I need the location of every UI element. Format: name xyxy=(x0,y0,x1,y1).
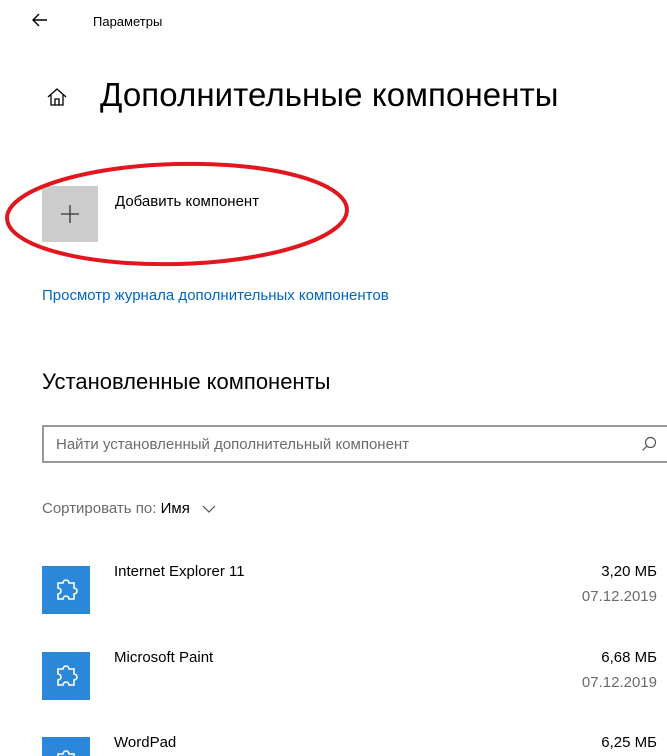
plus-icon xyxy=(61,205,79,223)
puzzle-tile xyxy=(42,652,90,700)
list-item[interactable]: Internet Explorer 11 3,20 МБ 07.12.2019 xyxy=(42,562,667,622)
add-component-button[interactable]: Добавить компонент xyxy=(42,186,302,244)
settings-page: Параметры Дополнительные компоненты Доба… xyxy=(0,0,667,756)
item-date: 07.12.2019 xyxy=(581,674,657,691)
puzzle-icon xyxy=(57,665,78,686)
puzzle-icon xyxy=(57,750,75,756)
history-link[interactable]: Просмотр журнала дополнительных компонен… xyxy=(42,287,389,304)
search-box[interactable] xyxy=(42,425,667,463)
puzzle-tile xyxy=(42,566,90,614)
puzzle-tile xyxy=(42,737,90,756)
back-arrow-icon[interactable] xyxy=(30,10,50,30)
item-name: WordPad xyxy=(114,734,177,751)
page-title: Дополнительные компоненты xyxy=(100,76,559,113)
item-name: Internet Explorer 11 xyxy=(114,563,245,580)
chevron-down-icon xyxy=(202,505,216,513)
list-item[interactable]: Microsoft Paint 6,68 МБ 07.12.2019 xyxy=(42,648,667,708)
item-size: 6,68 МБ xyxy=(601,649,657,666)
add-component-label: Добавить компонент xyxy=(115,193,260,210)
item-size: 3,20 МБ xyxy=(601,563,657,580)
window-title: Параметры xyxy=(93,14,163,29)
item-date: 07.12.2019 xyxy=(581,588,657,605)
sort-label: Сортировать по: xyxy=(42,500,161,517)
search-input[interactable] xyxy=(56,427,616,461)
sort-dropdown[interactable]: Сортировать по: Имя xyxy=(42,500,216,517)
add-component-tile xyxy=(42,186,98,242)
installed-components-heading: Установленные компоненты xyxy=(42,369,331,394)
home-icon xyxy=(47,88,67,106)
item-size: 6,25 МБ xyxy=(601,734,657,751)
puzzle-icon xyxy=(57,579,78,600)
list-item[interactable]: WordPad 6,25 МБ xyxy=(42,733,667,756)
sort-value: Имя xyxy=(160,500,190,517)
item-name: Microsoft Paint xyxy=(114,649,214,666)
search-icon[interactable] xyxy=(640,435,658,453)
